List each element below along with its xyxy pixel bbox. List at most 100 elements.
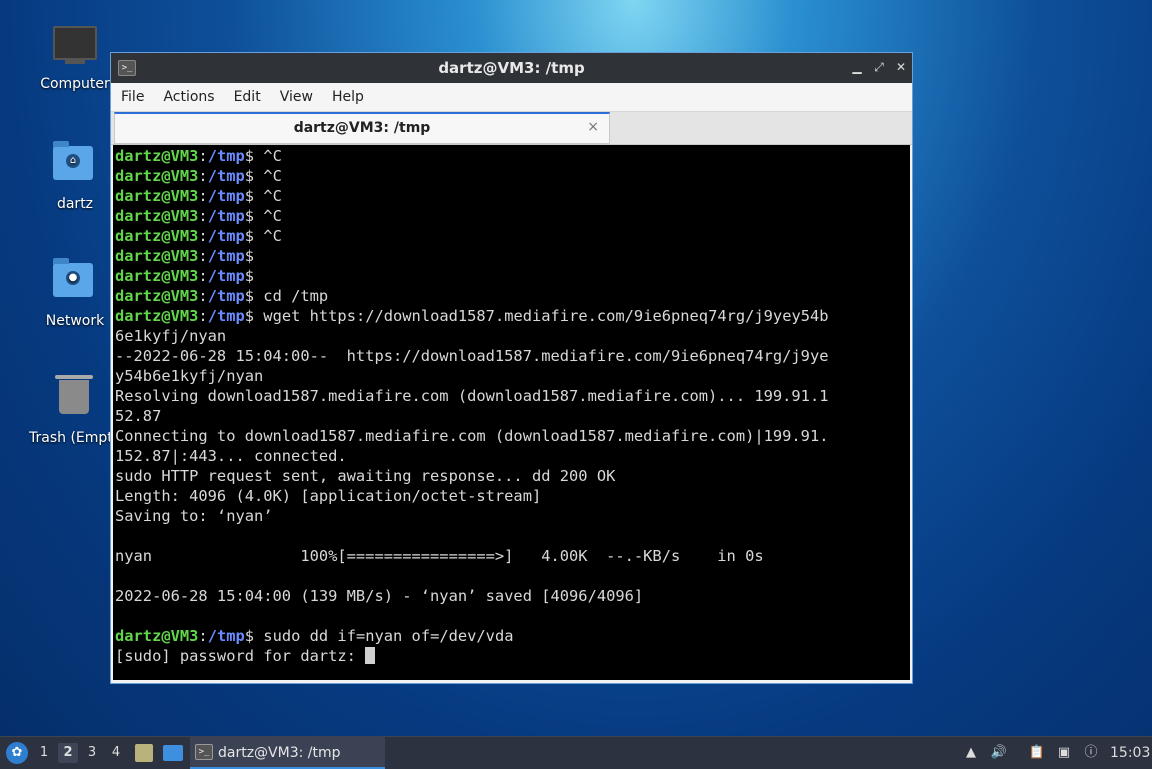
prompt-colon: : bbox=[198, 167, 208, 185]
minimize-button[interactable]: ▁ bbox=[849, 59, 865, 75]
terminal-text: Saving to: ‘nyan’ bbox=[115, 507, 273, 525]
tab-close-icon[interactable]: × bbox=[587, 119, 599, 135]
network-tray-icon[interactable]: ▣ bbox=[1055, 744, 1073, 762]
terminal-text: Connecting to download1587.mediafire.com… bbox=[115, 427, 829, 445]
prompt-user: dartz@VM3 bbox=[115, 227, 199, 245]
desktop-icon-label: dartz bbox=[56, 196, 94, 212]
menu-file[interactable]: File bbox=[111, 83, 153, 105]
prompt-path: /tmp bbox=[207, 267, 245, 285]
menubar: File Actions Edit View Help bbox=[111, 83, 912, 112]
terminal-line: 152.87|:443... connected. bbox=[113, 446, 910, 466]
taskbar: ✿ 1 2 3 4 >_ dartz@VM3: /tmp ▲ 🔊 📋 ▣ ⓘ 1… bbox=[0, 736, 1152, 769]
taskbar-terminal-task[interactable]: >_ dartz@VM3: /tmp bbox=[190, 737, 385, 769]
start-menu-icon[interactable]: ✿ bbox=[6, 742, 28, 764]
prompt-colon: : bbox=[198, 627, 208, 645]
prompt-colon: : bbox=[198, 307, 208, 325]
desktop-icon-network[interactable]: ● Network bbox=[35, 257, 115, 329]
task-label: dartz@VM3: /tmp bbox=[218, 745, 341, 761]
menu-help[interactable]: Help bbox=[322, 83, 373, 105]
desktop-icon-home[interactable]: ⌂ dartz bbox=[35, 140, 115, 212]
prompt-colon: : bbox=[198, 187, 208, 205]
computer-icon bbox=[53, 26, 97, 70]
terminal-text: y54b6e1kyfj/nyan bbox=[115, 367, 264, 385]
terminal-text: Resolving download1587.mediafire.com (do… bbox=[115, 387, 829, 405]
terminal-window: >_ dartz@VM3: /tmp ▁ ⤢ ✕ File Actions Edit… bbox=[110, 52, 913, 684]
terminal-text: $ ^C bbox=[244, 167, 282, 185]
terminal-line: dartz@VM3:/tmp$ ^C bbox=[113, 206, 910, 226]
volume-icon[interactable]: 🔊 bbox=[990, 744, 1008, 762]
menu-edit[interactable]: Edit bbox=[224, 83, 270, 105]
prompt-path: /tmp bbox=[207, 627, 245, 645]
prompt-user: dartz@VM3 bbox=[115, 167, 199, 185]
file-manager-icon[interactable] bbox=[135, 744, 153, 762]
terminal-text: --2022-06-28 15:04:00-- https://download… bbox=[115, 347, 829, 365]
terminal-text: 2022-06-28 15:04:00 (139 MB/s) - ‘nyan’ … bbox=[115, 587, 644, 605]
terminal-text: Length: 4096 (4.0K) [application/octet-s… bbox=[115, 487, 542, 505]
terminal-line: dartz@VM3:/tmp$ ^C bbox=[113, 146, 910, 166]
prompt-colon: : bbox=[198, 267, 208, 285]
workspace-2[interactable]: 2 bbox=[58, 743, 78, 763]
prompt-user: dartz@VM3 bbox=[115, 267, 199, 285]
trash-icon bbox=[52, 375, 96, 424]
prompt-colon: : bbox=[198, 207, 208, 225]
terminal-text: $ ^C bbox=[244, 147, 282, 165]
prompt-user: dartz@VM3 bbox=[115, 307, 199, 325]
prompt-colon: : bbox=[198, 287, 208, 305]
prompt-path: /tmp bbox=[207, 307, 245, 325]
terminal-text: 152.87|:443... connected. bbox=[115, 447, 347, 465]
text-cursor bbox=[365, 647, 376, 664]
prompt-path: /tmp bbox=[207, 247, 245, 265]
terminal-line: dartz@VM3:/tmp$ ^C bbox=[113, 226, 910, 246]
window-titlebar[interactable]: >_ dartz@VM3: /tmp ▁ ⤢ ✕ bbox=[111, 53, 912, 83]
desktop-icon-trash[interactable]: Trash (Empt bbox=[26, 372, 116, 446]
show-desktop-icon[interactable] bbox=[163, 745, 183, 761]
terminal-text: $ ^C bbox=[244, 207, 282, 225]
desktop-icon-computer[interactable]: Computer bbox=[35, 22, 115, 92]
terminal-text: $ cd /tmp bbox=[244, 287, 329, 305]
notification-icon[interactable]: ⓘ bbox=[1082, 744, 1100, 762]
terminal-text: $ bbox=[244, 247, 255, 265]
prompt-path: /tmp bbox=[207, 227, 245, 245]
clock: 15:03 bbox=[1110, 745, 1151, 761]
terminal-line: 52.87 bbox=[113, 406, 910, 426]
terminal-output[interactable]: dartz@VM3:/tmp$ ^C dartz@VM3:/tmp$ ^C dart… bbox=[113, 145, 910, 680]
terminal-line: 2022-06-28 15:04:00 (139 MB/s) - ‘nyan’ … bbox=[113, 586, 910, 606]
terminal-text: nyan 100%[================>] 4.00K --.-K… bbox=[115, 547, 764, 565]
tab-label: dartz@VM3: /tmp bbox=[293, 120, 431, 136]
terminal-line: dartz@VM3:/tmp$ bbox=[113, 246, 910, 266]
terminal-text: [sudo] password for dartz: bbox=[115, 647, 366, 665]
close-button[interactable]: ✕ bbox=[893, 59, 909, 75]
prompt-user: dartz@VM3 bbox=[115, 247, 199, 265]
clipboard-icon[interactable]: 📋 bbox=[1028, 744, 1046, 762]
terminal-text: sudo HTTP request sent, awaiting respons… bbox=[115, 467, 616, 485]
workspace-1[interactable]: 1 bbox=[34, 743, 54, 763]
terminal-line: y54b6e1kyfj/nyan bbox=[113, 366, 910, 386]
prompt-user: dartz@VM3 bbox=[115, 287, 199, 305]
terminal-line: Length: 4096 (4.0K) [application/octet-s… bbox=[113, 486, 910, 506]
tab-bar: dartz@VM3: /tmp × bbox=[111, 112, 912, 145]
terminal-text: $ wget https://download1587.mediafire.co… bbox=[244, 307, 829, 325]
network-folder-icon: ● bbox=[53, 258, 97, 307]
terminal-line: 6e1kyfj/nyan bbox=[113, 326, 910, 346]
menu-view[interactable]: View bbox=[270, 83, 322, 105]
tray-up-arrow-icon[interactable]: ▲ bbox=[962, 744, 980, 762]
desktop-icon-label: Trash (Empt bbox=[29, 430, 113, 446]
workspace-3[interactable]: 3 bbox=[82, 743, 102, 763]
desktop-icon-label: Computer bbox=[40, 76, 110, 92]
prompt-path: /tmp bbox=[207, 207, 245, 225]
prompt-colon: : bbox=[198, 147, 208, 165]
prompt-colon: : bbox=[198, 227, 208, 245]
tab-terminal[interactable]: dartz@VM3: /tmp × bbox=[114, 112, 610, 144]
prompt-user: dartz@VM3 bbox=[115, 207, 199, 225]
terminal-line: Connecting to download1587.mediafire.com… bbox=[113, 426, 910, 446]
terminal-line: dartz@VM3:/tmp$ cd /tmp bbox=[113, 286, 910, 306]
terminal-text: $ sudo dd if=nyan of=/dev/vda bbox=[244, 627, 514, 645]
prompt-user: dartz@VM3 bbox=[115, 147, 199, 165]
menu-actions[interactable]: Actions bbox=[153, 83, 223, 105]
prompt-user: dartz@VM3 bbox=[115, 627, 199, 645]
workspace-4[interactable]: 4 bbox=[106, 743, 126, 763]
maximize-button[interactable]: ⤢ bbox=[871, 59, 887, 75]
terminal-line: sudo HTTP request sent, awaiting respons… bbox=[113, 466, 910, 486]
